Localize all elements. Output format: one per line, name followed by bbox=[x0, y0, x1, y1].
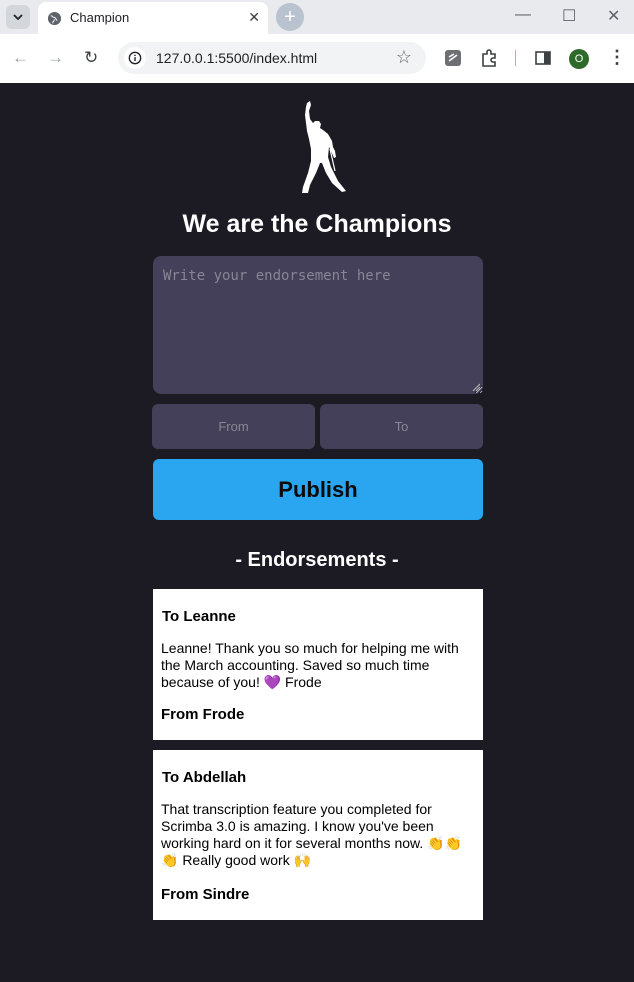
endorsement-input[interactable] bbox=[153, 256, 483, 394]
endorsement-card: To Leanne Leanne! Thank you so much for … bbox=[153, 589, 483, 740]
reload-icon[interactable]: ↻ bbox=[84, 48, 98, 68]
new-tab-button[interactable]: + bbox=[276, 3, 304, 31]
extension-app-icon[interactable] bbox=[444, 49, 462, 67]
tab-search-button[interactable] bbox=[6, 5, 30, 29]
puzzle-extensions-icon[interactable] bbox=[480, 49, 498, 67]
globe-icon bbox=[47, 11, 62, 26]
publish-button[interactable]: Publish bbox=[153, 459, 483, 520]
chevron-down-icon bbox=[13, 14, 23, 20]
side-panel-icon[interactable] bbox=[534, 49, 552, 67]
toolbar-divider bbox=[515, 50, 516, 66]
address-bar[interactable]: 127.0.0.1:5500/index.html ☆ bbox=[118, 42, 426, 74]
page-title: We are the Champions bbox=[182, 210, 452, 238]
tab-title: Champion bbox=[70, 10, 130, 25]
endorsement-message: That transcription feature you completed… bbox=[161, 801, 462, 868]
endorsement-sender: From Frode bbox=[161, 706, 245, 723]
url-text: 127.0.0.1:5500/index.html bbox=[156, 50, 318, 66]
endorsement-recipient: To Leanne bbox=[162, 608, 236, 625]
browser-tab[interactable]: Champion ✕ bbox=[38, 2, 268, 34]
bookmark-star-icon[interactable]: ☆ bbox=[396, 47, 412, 68]
endorsement-sender: From Sindre bbox=[161, 886, 250, 903]
forward-arrow-icon[interactable]: → bbox=[47, 48, 64, 68]
endorsement-message: Leanne! Thank you so much for helping me… bbox=[161, 640, 459, 690]
to-input[interactable] bbox=[320, 404, 483, 449]
tab-close-icon[interactable]: ✕ bbox=[248, 9, 260, 26]
browser-toolbar: ← → ↻ 127.0.0.1:5500/index.html ☆ bbox=[0, 34, 634, 84]
from-input[interactable] bbox=[152, 404, 315, 449]
endorsements-heading: - Endorsements - bbox=[235, 549, 399, 571]
plus-icon: + bbox=[284, 5, 296, 28]
app-page: We are the Champions Publish - Endorseme… bbox=[0, 83, 634, 982]
maximize-icon[interactable]: ☐ bbox=[562, 6, 576, 26]
endorsement-card: To Abdellah That transcription feature y… bbox=[153, 750, 483, 920]
browser-tab-strip: Champion ✕ + — ☐ ✕ bbox=[0, 0, 634, 34]
resize-grip-icon[interactable] bbox=[472, 383, 480, 391]
browser-menu-icon[interactable]: ⋮ bbox=[608, 47, 626, 68]
site-info-icon[interactable] bbox=[124, 47, 146, 69]
endorsement-recipient: To Abdellah bbox=[162, 769, 247, 786]
champion-silhouette-logo bbox=[302, 101, 346, 193]
window-close-icon[interactable]: ✕ bbox=[607, 6, 620, 26]
profile-avatar[interactable]: O bbox=[569, 49, 589, 69]
minimize-icon[interactable]: — bbox=[515, 6, 531, 24]
back-arrow-icon[interactable]: ← bbox=[12, 48, 29, 68]
